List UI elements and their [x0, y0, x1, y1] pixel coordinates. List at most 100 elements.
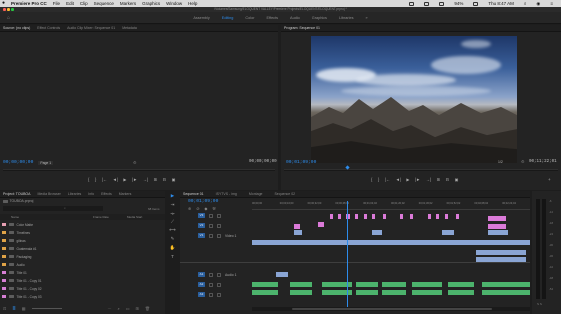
pen-tool-icon[interactable]: ✎ [171, 236, 175, 242]
project-item[interactable]: Packaging [2, 253, 31, 260]
track-v3-eye[interactable] [217, 213, 221, 218]
title-clip[interactable] [318, 222, 324, 227]
project-item[interactable]: Title 01 - Copy 01 [2, 277, 42, 284]
source-scrubber[interactable] [3, 169, 275, 171]
go-to-in-icon[interactable]: |← [102, 177, 107, 182]
prog-step-forward-icon[interactable]: |► [415, 177, 420, 182]
wifi-icon[interactable] [424, 1, 430, 6]
hand-tool-icon[interactable]: ✋ [170, 245, 176, 251]
tab-info[interactable]: Info [88, 192, 94, 196]
title-clip[interactable] [364, 214, 367, 219]
go-to-out-icon[interactable]: →| [143, 177, 148, 182]
tab-markers[interactable]: Markers [119, 192, 132, 196]
title-clip[interactable] [428, 214, 431, 219]
program-scrubber[interactable] [284, 169, 558, 171]
find-icon[interactable]: ⌕ [118, 306, 120, 311]
menu-window[interactable]: Window [166, 0, 182, 7]
tab-effect-controls[interactable]: Effect Controls [37, 26, 60, 30]
new-item-icon[interactable]: ⊞ [136, 306, 139, 311]
overwrite-icon[interactable]: ⊟ [163, 177, 167, 182]
timeline-scrollbar[interactable] [252, 307, 530, 311]
track-v2-eye[interactable] [217, 223, 221, 228]
mark-out-icon[interactable]: } [95, 177, 96, 182]
audio-clip[interactable] [356, 290, 378, 295]
add-marker-icon[interactable]: ◆ [204, 206, 207, 211]
track-v1-label[interactable]: V1 [198, 233, 205, 238]
slip-tool-icon[interactable]: ⟷ [169, 227, 175, 233]
lift-icon[interactable]: ⊞ [437, 177, 441, 182]
flag-icon[interactable] [473, 1, 479, 6]
title-clip[interactable] [294, 224, 300, 229]
menu-clip[interactable]: Clip [80, 0, 88, 7]
export-frame-icon[interactable]: ▣ [172, 177, 176, 182]
program-quality-dropdown[interactable]: 1/2 [498, 160, 503, 164]
extract-icon[interactable]: ⊟ [446, 177, 450, 182]
timeline-ruler[interactable]: 00;00;00 00;00;16;00 00;00;32;00 00;00;48;0… [252, 201, 530, 209]
prog-mark-in-icon[interactable]: { [371, 177, 372, 182]
track-a3-solo[interactable] [217, 292, 221, 297]
menu-file[interactable]: File [53, 0, 60, 7]
audio-clip[interactable] [482, 282, 530, 287]
tab-effects[interactable]: Effects [101, 192, 112, 196]
program-timecode[interactable]: 00;01;09;00 [286, 160, 316, 165]
step-forward-icon[interactable]: |► [132, 177, 137, 182]
project-item[interactable]: Timelines [2, 229, 30, 236]
title-clip[interactable] [488, 216, 506, 221]
audio-clip[interactable] [482, 290, 530, 295]
timeline-timecode[interactable]: 00;01;09;00 [188, 199, 218, 204]
wrench-icon[interactable]: ⚒ [212, 206, 215, 211]
track-a1-solo[interactable] [217, 272, 221, 277]
minimize-window-button[interactable] [7, 8, 10, 11]
video-clip[interactable] [372, 230, 382, 235]
menu-sequence[interactable]: Sequence [94, 0, 114, 7]
menu-edit[interactable]: Edit [66, 0, 74, 7]
audio-clip[interactable] [382, 282, 406, 287]
project-item[interactable]: Title 01 [2, 269, 27, 276]
title-clip[interactable] [372, 214, 375, 219]
title-clip[interactable] [488, 224, 506, 229]
program-settings-icon[interactable]: ⚙ [521, 159, 525, 164]
clear-icon[interactable]: 🗑 [145, 306, 150, 311]
prog-go-to-in-icon[interactable]: |← [385, 177, 390, 182]
prog-step-back-icon[interactable]: ◄| [396, 177, 401, 182]
automate-icon[interactable]: ⋯ [108, 306, 112, 311]
track-v1-lock[interactable] [209, 233, 213, 238]
button-editor-icon[interactable]: + [548, 177, 551, 182]
menu-graphics[interactable]: Graphics [142, 0, 160, 7]
audio-clip[interactable] [252, 290, 278, 295]
menu-markers[interactable]: Markers [120, 0, 136, 7]
title-clip[interactable] [338, 214, 341, 219]
video-clip[interactable] [476, 250, 526, 255]
track-a2-mute[interactable] [209, 282, 213, 287]
volume-icon[interactable] [439, 1, 445, 6]
prog-export-frame-icon[interactable]: ▣ [455, 177, 459, 182]
audio-clip[interactable] [448, 290, 474, 295]
workspace-assembly[interactable]: Assembly [193, 16, 209, 20]
video-clip[interactable] [252, 240, 530, 245]
prog-mark-out-icon[interactable]: } [378, 177, 379, 182]
project-item[interactable]: Title 01 - Copy 03 [2, 293, 42, 300]
title-clip[interactable] [436, 214, 439, 219]
app-name-menu[interactable]: Premiere Pro CC [11, 0, 47, 7]
audio-clip[interactable] [290, 290, 312, 295]
tab-isytvs-img[interactable]: ISYTVS - img [216, 192, 237, 196]
clock[interactable]: Thu 8:47 AM [488, 0, 514, 7]
insert-icon[interactable]: ⊞ [154, 177, 158, 182]
project-item[interactable]: Title 01 - Copy 02 [2, 285, 42, 292]
type-tool-icon[interactable]: T [171, 254, 174, 259]
video-clip[interactable] [476, 257, 526, 262]
meter-solo-buttons[interactable]: S S [537, 302, 542, 306]
mark-in-icon[interactable]: { [88, 177, 89, 182]
track-a3-mute[interactable] [209, 292, 213, 297]
image-clip[interactable] [276, 272, 288, 277]
title-clip[interactable] [355, 214, 358, 219]
ripple-edit-tool-icon[interactable]: ⟛ [170, 211, 174, 216]
menu-help[interactable]: Help [188, 0, 197, 7]
play-icon[interactable]: ▶ [123, 177, 126, 182]
list-view-icon[interactable]: ≣ [12, 306, 15, 311]
title-clip[interactable] [330, 214, 333, 219]
workspace-graphics[interactable]: Graphics [312, 16, 327, 20]
timeline-playhead[interactable] [347, 201, 348, 307]
home-icon[interactable]: ⌂ [7, 15, 10, 21]
prog-go-to-out-icon[interactable]: →| [426, 177, 431, 182]
